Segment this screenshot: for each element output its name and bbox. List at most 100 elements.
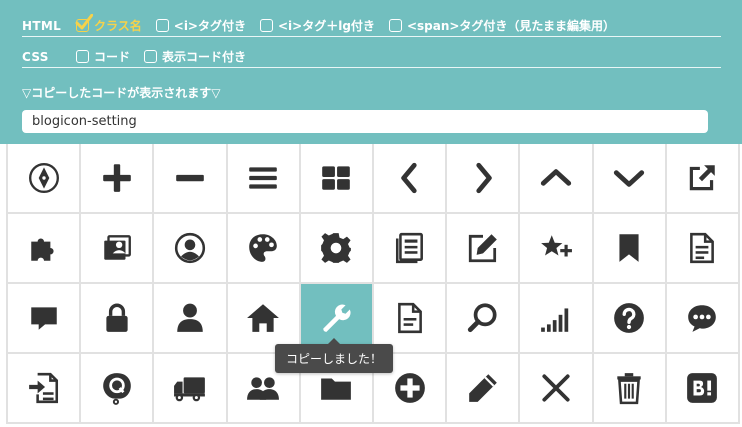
- option-label: <span>タグ付き（見たまま編集用）: [406, 19, 616, 33]
- icon-cell[interactable]: [227, 214, 301, 284]
- icon-cell[interactable]: [447, 354, 521, 424]
- checkbox-icon[interactable]: [76, 50, 89, 63]
- icon-cell[interactable]: [593, 354, 667, 424]
- users-icon: [247, 377, 280, 400]
- signal-icon: [541, 308, 569, 332]
- option-label: <i>タグ＋lg付き: [278, 19, 375, 33]
- gear-icon: [321, 233, 352, 263]
- icon-cell[interactable]: [520, 144, 594, 214]
- comment-icon: [30, 307, 57, 330]
- trash-icon: [617, 373, 641, 405]
- output-hint: ▽コピーしたコードが表示されます▽: [22, 86, 221, 100]
- checkbox-icon[interactable]: [388, 19, 402, 32]
- chevron-right-icon: [476, 162, 492, 194]
- lock-icon: [106, 303, 128, 332]
- option-i-tag[interactable]: <i>タグ付き: [155, 17, 246, 34]
- external-link-icon: [690, 165, 716, 191]
- option-css-display-code[interactable]: 表示コード付き: [144, 48, 246, 65]
- icon-cell[interactable]: [373, 214, 448, 284]
- edit-icon: [468, 234, 497, 263]
- icon-cell[interactable]: [81, 354, 155, 424]
- icon-cell[interactable]: [154, 214, 228, 284]
- icon-cell[interactable]: [520, 284, 594, 354]
- pencil-icon: [468, 374, 497, 402]
- option-css-code[interactable]: コード: [76, 48, 130, 65]
- icon-cell[interactable]: [666, 144, 740, 214]
- icon-cell[interactable]: [8, 144, 82, 214]
- code-output-field[interactable]: [22, 110, 708, 133]
- chevron-up-icon: [540, 169, 572, 186]
- icon-cell[interactable]: [666, 284, 740, 354]
- document-icon: [690, 232, 715, 264]
- close-icon: [542, 374, 570, 402]
- chevron-down-icon: [613, 170, 645, 187]
- pen-nib-icon: [28, 163, 59, 193]
- icon-cell[interactable]: [520, 214, 594, 284]
- icon-cell[interactable]: [593, 284, 667, 354]
- css-label: CSS: [22, 49, 49, 64]
- question-icon: [614, 303, 644, 333]
- icon-cell[interactable]: [300, 214, 374, 284]
- icon-cell[interactable]: [447, 284, 521, 354]
- folder-icon: [321, 378, 352, 400]
- checkbox-icon[interactable]: [144, 50, 158, 63]
- icon-cell[interactable]: [81, 284, 155, 354]
- html-options-row: HTML クラス名 <i>タグ付き <i>タグ＋lg付き <span>タグ付き（…: [22, 14, 721, 37]
- star-plus-icon: [541, 235, 572, 257]
- option-label: コード: [94, 50, 131, 64]
- profile-card-icon: [104, 235, 131, 260]
- checkbox-icon[interactable]: [155, 19, 169, 32]
- icon-cell[interactable]: [593, 144, 667, 214]
- news-icon: [395, 232, 423, 264]
- icon-cell[interactable]: [8, 284, 82, 354]
- icon-cell[interactable]: [8, 354, 82, 424]
- home-icon: [247, 304, 280, 332]
- icon-cell[interactable]: [154, 354, 228, 424]
- checkbox-checked-icon[interactable]: [75, 14, 93, 32]
- person-icon: [177, 303, 203, 332]
- html-label: HTML: [22, 18, 62, 33]
- import-icon: [28, 372, 58, 404]
- option-panel: HTML クラス名 <i>タグ付き <i>タグ＋lg付き <span>タグ付き（…: [0, 0, 742, 144]
- icon-cell[interactable]: [447, 214, 521, 284]
- icon-grid: [6, 144, 740, 424]
- plus-icon: [102, 164, 131, 192]
- icon-cell[interactable]: [593, 214, 667, 284]
- copied-tooltip: コピーしました！: [275, 338, 393, 373]
- chevron-left-icon: [400, 162, 417, 194]
- chat-dots-icon: [688, 305, 717, 332]
- option-class-name[interactable]: クラス名: [75, 14, 142, 34]
- minus-icon: [176, 174, 204, 182]
- puzzle-icon: [30, 238, 54, 261]
- icon-cell[interactable]: [447, 144, 521, 214]
- menu-icon: [249, 167, 277, 189]
- icon-cell[interactable]: [227, 144, 301, 214]
- truck-icon: [174, 377, 205, 402]
- file-text-icon: [397, 302, 422, 334]
- plus-circle-icon: [394, 373, 425, 403]
- option-label: 表示コード付き: [162, 50, 247, 64]
- icon-cell[interactable]: [666, 214, 740, 284]
- option-label: <i>タグ付き: [173, 19, 246, 33]
- hatena-bookmark-icon: [687, 373, 718, 403]
- icon-cell[interactable]: [81, 214, 155, 284]
- palette-icon: [249, 234, 277, 262]
- option-label: クラス名: [94, 19, 142, 33]
- icon-cell[interactable]: [300, 144, 374, 214]
- css-options-row: CSS コード 表示コード付き: [22, 46, 721, 68]
- icon-cell[interactable]: [81, 144, 155, 214]
- bookmark-icon: [619, 234, 639, 262]
- checkbox-icon[interactable]: [260, 19, 273, 32]
- search-icon: [467, 303, 497, 333]
- icon-cell[interactable]: [520, 354, 594, 424]
- icon-cell[interactable]: [666, 354, 740, 424]
- icon-cell[interactable]: [8, 214, 82, 284]
- icon-cell[interactable]: [154, 284, 228, 354]
- q-balloon-icon: [102, 373, 131, 405]
- option-span-tag[interactable]: <span>タグ付き（見たまま編集用）: [388, 17, 616, 34]
- option-i-tag-lg[interactable]: <i>タグ＋lg付き: [260, 17, 375, 34]
- wrench-icon: [323, 304, 351, 332]
- icon-cell[interactable]: [154, 144, 228, 214]
- icon-cell[interactable]: [373, 144, 448, 214]
- user-circle-icon: [174, 232, 206, 264]
